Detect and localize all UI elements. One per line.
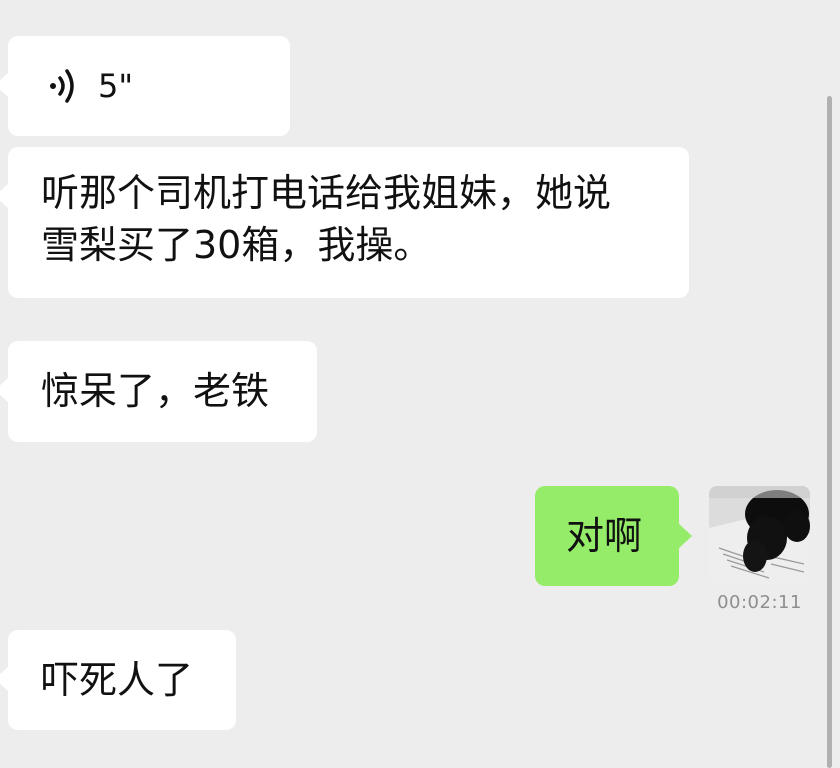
scrollbar[interactable] — [827, 96, 832, 768]
message-text: 吓死人了 — [41, 658, 194, 702]
message-text-line: 雪梨买了30箱，我操。 — [41, 223, 432, 267]
voice-message-bubble[interactable]: 5" — [0, 36, 290, 136]
message-bubble[interactable]: 吓死人了 — [0, 630, 236, 730]
outgoing-message-bubble[interactable]: 对啊 — [535, 486, 692, 586]
message-timestamp: 00:02:11 — [717, 592, 802, 613]
voice-wave-icon — [50, 69, 74, 103]
black-cat-avatar-image — [709, 486, 810, 586]
user-avatar[interactable] — [709, 486, 810, 586]
message-text-line: 听那个司机打电话给我姐妹，她说 — [41, 171, 612, 215]
message-bubble[interactable]: 听那个司机打电话给我姐妹，她说 雪梨买了30箱，我操。 — [0, 147, 689, 298]
message-text: 惊呆了，老铁 — [41, 369, 270, 413]
message-text: 对啊 — [566, 514, 643, 558]
message-bubble[interactable]: 惊呆了，老铁 — [0, 341, 317, 442]
voice-duration: 5" — [98, 67, 134, 105]
